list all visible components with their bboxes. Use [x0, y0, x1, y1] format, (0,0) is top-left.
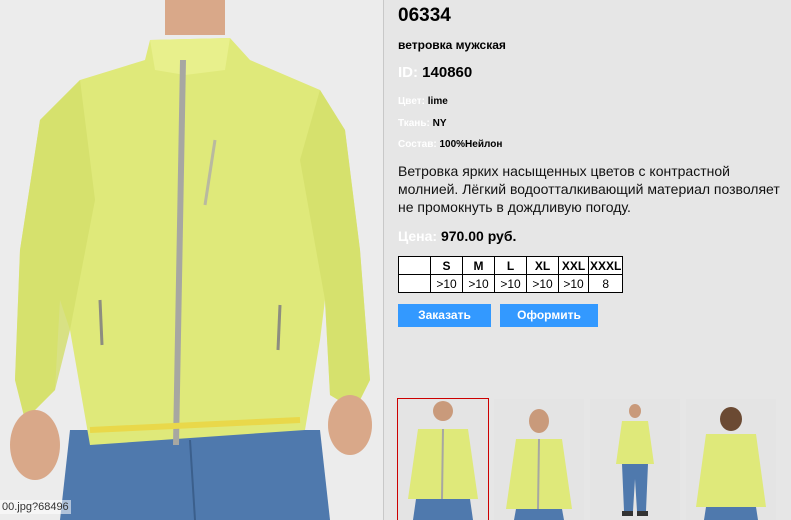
size-header-cell: S [430, 256, 463, 275]
size-header-cell: XXXL [587, 256, 624, 275]
attribute-value: lime [427, 96, 448, 107]
size-stock-cell[interactable]: >10 [526, 274, 559, 293]
size-header-cell: XL [526, 256, 559, 275]
main-product-photo[interactable]: 00.jpg?68496 [0, 0, 383, 520]
jacket-photo-illustration [0, 0, 383, 520]
product-description: Ветровка ярких насыщенных цветов с контр… [398, 163, 780, 215]
price-label: Цена: [398, 228, 438, 244]
thumbnail-back-view[interactable] [686, 399, 776, 520]
size-header-cell: M [462, 256, 495, 275]
attribute-value: NY [432, 118, 447, 129]
price-row: Цена: 970.00 руб. [398, 228, 516, 244]
attribute-composition: Состав: 100%Нейлон [398, 139, 502, 150]
vertical-divider [383, 0, 384, 520]
product-id-label: ID: [398, 64, 418, 81]
thumbnail-image [398, 399, 488, 520]
size-header-cell: XXL [558, 256, 589, 275]
attribute-value: 100%Нейлон [439, 139, 503, 150]
size-header-row: S M L XL XXL XXXL [398, 256, 624, 275]
size-stock-cell[interactable]: >10 [462, 274, 495, 293]
size-stock-cell [398, 274, 431, 293]
attribute-color: Цвет: lime [398, 96, 448, 107]
size-stock-cell[interactable]: >10 [558, 274, 589, 293]
checkout-button[interactable]: Оформить [500, 304, 598, 327]
thumbnail-front-upper[interactable] [494, 399, 584, 520]
product-subtitle: ветровка мужская [398, 38, 506, 52]
attribute-label: Состав: [398, 139, 437, 150]
thumbnail-full-length[interactable] [590, 399, 680, 520]
size-stock-cell[interactable]: >10 [494, 274, 527, 293]
product-sku: 06334 [398, 5, 451, 26]
attribute-fabric: Ткань: NY [398, 118, 447, 129]
order-button[interactable]: Заказать [398, 304, 491, 327]
thumbnail-image [590, 399, 680, 520]
thumbnail-image [686, 399, 776, 520]
product-id-row: ID: 140860 [398, 64, 472, 81]
thumbnail-image [494, 399, 584, 520]
size-header-cell [398, 256, 431, 275]
product-id-value: 140860 [422, 64, 473, 81]
attribute-label: Ткань: [398, 118, 430, 129]
attribute-label: Цвет: [398, 96, 425, 107]
thumbnail-front-closeup[interactable] [397, 398, 489, 520]
size-header-cell: L [494, 256, 527, 275]
photo-filename-caption: 00.jpg?68496 [0, 500, 71, 514]
size-stock-cell[interactable]: >10 [430, 274, 463, 293]
size-stock-row: >10 >10 >10 >10 >10 8 [398, 274, 624, 293]
size-stock-cell[interactable]: 8 [587, 274, 624, 293]
price-value: 970.00 руб. [440, 228, 517, 244]
size-stock-table: S M L XL XXL XXXL >10 >10 >10 >10 >10 8 [398, 256, 624, 293]
